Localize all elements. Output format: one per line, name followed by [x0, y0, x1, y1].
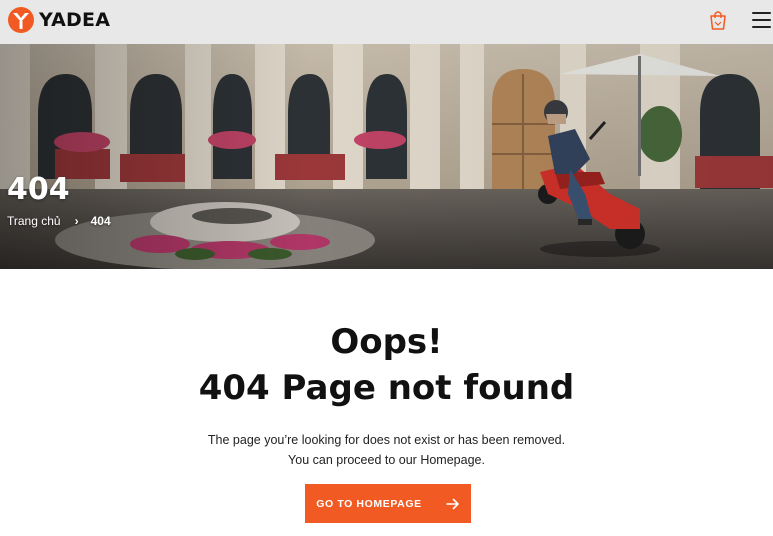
error-heading-oops: Oops! — [330, 322, 443, 362]
breadcrumb-current: 404 — [90, 214, 111, 228]
yadea-logo-icon — [8, 7, 34, 33]
error-heading-not-found: 404 Page not found — [198, 368, 575, 408]
error-description: The page you’re looking for does not exi… — [207, 433, 566, 447]
breadcrumb: Trang chủ › 404 — [7, 214, 111, 228]
error-description-homepage-hint: You can proceed to our Homepage. — [288, 453, 485, 467]
hero-title: 404 — [7, 172, 70, 207]
go-to-homepage-label: GO TO HOMEPAGE — [316, 497, 422, 510]
go-to-homepage-button[interactable]: GO TO HOMEPAGE — [305, 484, 471, 523]
hero-banner: 404 Trang chủ › 404 — [0, 44, 773, 269]
arrow-right-icon — [445, 498, 459, 509]
hero-background-image — [0, 44, 773, 269]
site-header: YADEA — [0, 0, 773, 44]
breadcrumb-home-link[interactable]: Trang chủ — [7, 214, 61, 228]
hamburger-menu-icon[interactable] — [752, 12, 771, 28]
brand-logo[interactable]: YADEA — [7, 6, 110, 34]
shopping-bag-icon[interactable] — [707, 9, 729, 31]
breadcrumb-separator-icon: › — [74, 214, 79, 228]
brand-name: YADEA — [39, 9, 111, 31]
